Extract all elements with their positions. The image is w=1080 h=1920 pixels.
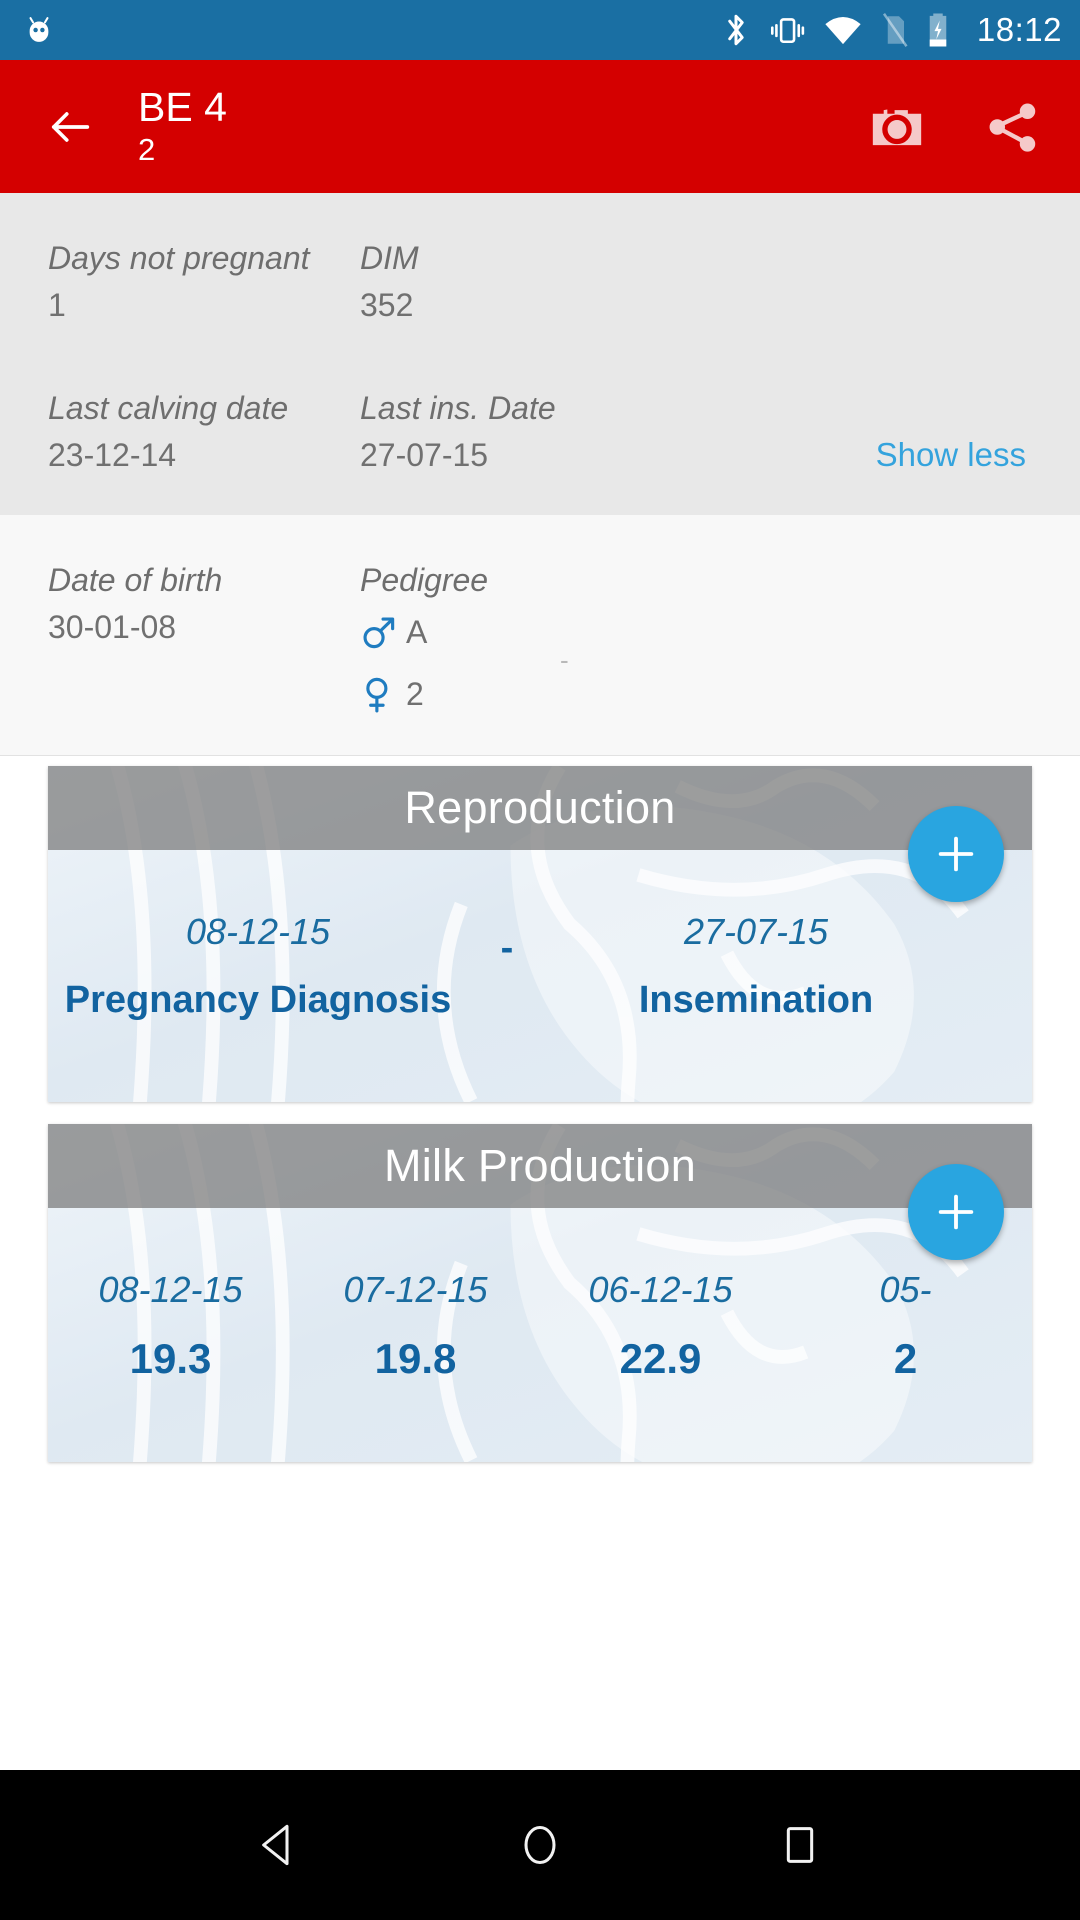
add-reproduction-button[interactable] — [908, 806, 1004, 902]
reproduction-card-body: 08-12-15 Pregnancy Diagnosis - 27-07-15 … — [48, 850, 1032, 1102]
cards-area: Reproduction 08-12-15 Pregnancy Diagnosi… — [0, 766, 1080, 1462]
no-sim-icon — [882, 13, 908, 47]
camera-icon[interactable] — [868, 98, 926, 156]
milk-entry-date: 08-12-15 — [98, 1269, 243, 1310]
plus-icon — [938, 836, 974, 872]
android-head-icon — [29, 17, 49, 42]
milk-entry-value: 19.3 — [129, 1335, 212, 1382]
share-icon[interactable] — [984, 98, 1042, 156]
reproduction-entry-row: 08-12-15 Pregnancy Diagnosis - 27-07-15 … — [48, 906, 1032, 1042]
date-of-birth-label: Date of birth — [48, 562, 223, 598]
status-bar-left — [22, 13, 56, 47]
dim-cell: DIM 352 — [360, 237, 672, 331]
reproduction-entry-2[interactable]: 27-07-15 Insemination — [546, 906, 966, 1042]
pedigree-separator: - — [560, 645, 569, 675]
pedigree-dam-row[interactable]: 2 — [360, 663, 672, 725]
milk-entry-value: 19.8 — [374, 1335, 457, 1382]
back-arrow-icon[interactable] — [44, 101, 96, 153]
system-navigation-bar — [0, 1770, 1080, 1920]
milk-production-card-title: Milk Production — [383, 1140, 697, 1191]
dim-label: DIM — [360, 240, 419, 276]
days-not-pregnant-cell: Days not pregnant 1 — [48, 237, 360, 331]
status-bar-clock: 18:12 — [976, 11, 1062, 48]
last-insemination-date-cell: Last ins. Date 27-07-15 — [360, 387, 672, 481]
last-insemination-date-label: Last ins. Date — [360, 390, 556, 426]
reproduction-entry-date: 08-12-15 — [185, 911, 331, 952]
milk-production-card-body: 08-12-15 19.3 07-12-15 19.8 06-12-15 22.… — [48, 1208, 1032, 1462]
pedigree-dam-value: 2 — [406, 676, 424, 712]
days-not-pregnant-label: Days not pregnant — [48, 240, 310, 276]
page-title: BE 4 — [138, 83, 227, 130]
bluetooth-icon — [728, 14, 744, 46]
show-less-link[interactable]: Show less — [876, 429, 1032, 481]
milk-entry-3[interactable]: 05- 2 — [783, 1264, 1028, 1402]
battery-charging-icon — [929, 13, 947, 47]
page-subtitle: 2 — [138, 131, 156, 167]
reproduction-card: Reproduction 08-12-15 Pregnancy Diagnosi… — [48, 766, 1032, 1102]
reproduction-entry-name: Pregnancy Diagnosis — [64, 979, 452, 1021]
milk-entry-date: 06-12-15 — [588, 1269, 733, 1310]
female-symbol-icon — [366, 677, 388, 713]
info-panel-expanded: Days not pregnant 1 DIM 352 Last calving… — [0, 193, 1080, 515]
milk-production-card: Milk Production 08-12-15 19.3 07-12-15 1… — [48, 1124, 1032, 1462]
pedigree-label: Pedigree — [360, 562, 489, 598]
app-bar-actions — [868, 98, 1042, 156]
milk-entry-value: 22.9 — [619, 1335, 702, 1382]
nav-recents-icon[interactable] — [772, 1817, 828, 1873]
milk-entry-0[interactable]: 08-12-15 19.3 — [48, 1264, 293, 1402]
pedigree-sire-row[interactable]: A — [360, 601, 672, 663]
milk-production-card-header: Milk Production — [48, 1124, 1032, 1208]
milk-entry-value: 2 — [893, 1335, 918, 1382]
plus-icon — [938, 1194, 974, 1230]
dim-value: 352 — [360, 287, 414, 323]
last-calving-date-label: Last calving date — [48, 390, 289, 426]
info-row-2: Date of birth 30-01-08 Pedigree A 2 - — [0, 559, 1080, 725]
app-bar: BE 4 2 — [0, 60, 1080, 193]
milk-production-entry-row: 08-12-15 19.3 07-12-15 19.8 06-12-15 22.… — [48, 1264, 1032, 1402]
status-bar: 18:12 — [0, 0, 1080, 60]
last-calving-date-value: 23-12-14 — [48, 437, 177, 473]
pedigree-cell: Pedigree A 2 — [360, 559, 672, 725]
info-row-0: Days not pregnant 1 DIM 352 — [0, 237, 1080, 331]
male-symbol-icon — [363, 617, 395, 649]
add-milk-production-button[interactable] — [908, 1164, 1004, 1260]
date-of-birth-value: 30-01-08 — [48, 609, 177, 645]
nav-home-icon[interactable] — [512, 1817, 568, 1873]
last-insemination-date-value: 27-07-15 — [360, 437, 489, 473]
last-calving-date-cell: Last calving date 23-12-14 — [48, 387, 360, 481]
reproduction-entry-0[interactable]: 08-12-15 Pregnancy Diagnosis — [48, 906, 468, 1042]
app-bar-titles: BE 4 2 — [138, 84, 227, 170]
days-not-pregnant-value: 1 — [48, 287, 66, 323]
wifi-icon — [825, 17, 861, 45]
date-of-birth-cell: Date of birth 30-01-08 — [48, 559, 360, 653]
milk-entry-1[interactable]: 07-12-15 19.8 — [293, 1264, 538, 1402]
milk-entry-2[interactable]: 06-12-15 22.9 — [538, 1264, 783, 1402]
pedigree-sire-value: A — [406, 614, 428, 650]
reproduction-entry-name: - — [500, 927, 514, 969]
info-panel-pedigree: Date of birth 30-01-08 Pedigree A 2 - — [0, 515, 1080, 756]
vibrate-icon — [770, 18, 805, 44]
nav-back-icon[interactable] — [252, 1817, 308, 1873]
milk-entry-date: 07-12-15 — [343, 1269, 488, 1310]
reproduction-card-header: Reproduction — [48, 766, 1032, 850]
reproduction-card-title: Reproduction — [404, 782, 676, 833]
status-bar-right: 18:12 — [721, 10, 1062, 50]
info-row-1: Last calving date 23-12-14 Last ins. Dat… — [0, 387, 1080, 481]
reproduction-entry-name: Insemination — [638, 979, 874, 1021]
reproduction-entry-date: 27-07-15 — [683, 911, 829, 952]
milk-entry-date: 05- — [879, 1269, 932, 1310]
reproduction-entry-1: - — [468, 906, 546, 1042]
